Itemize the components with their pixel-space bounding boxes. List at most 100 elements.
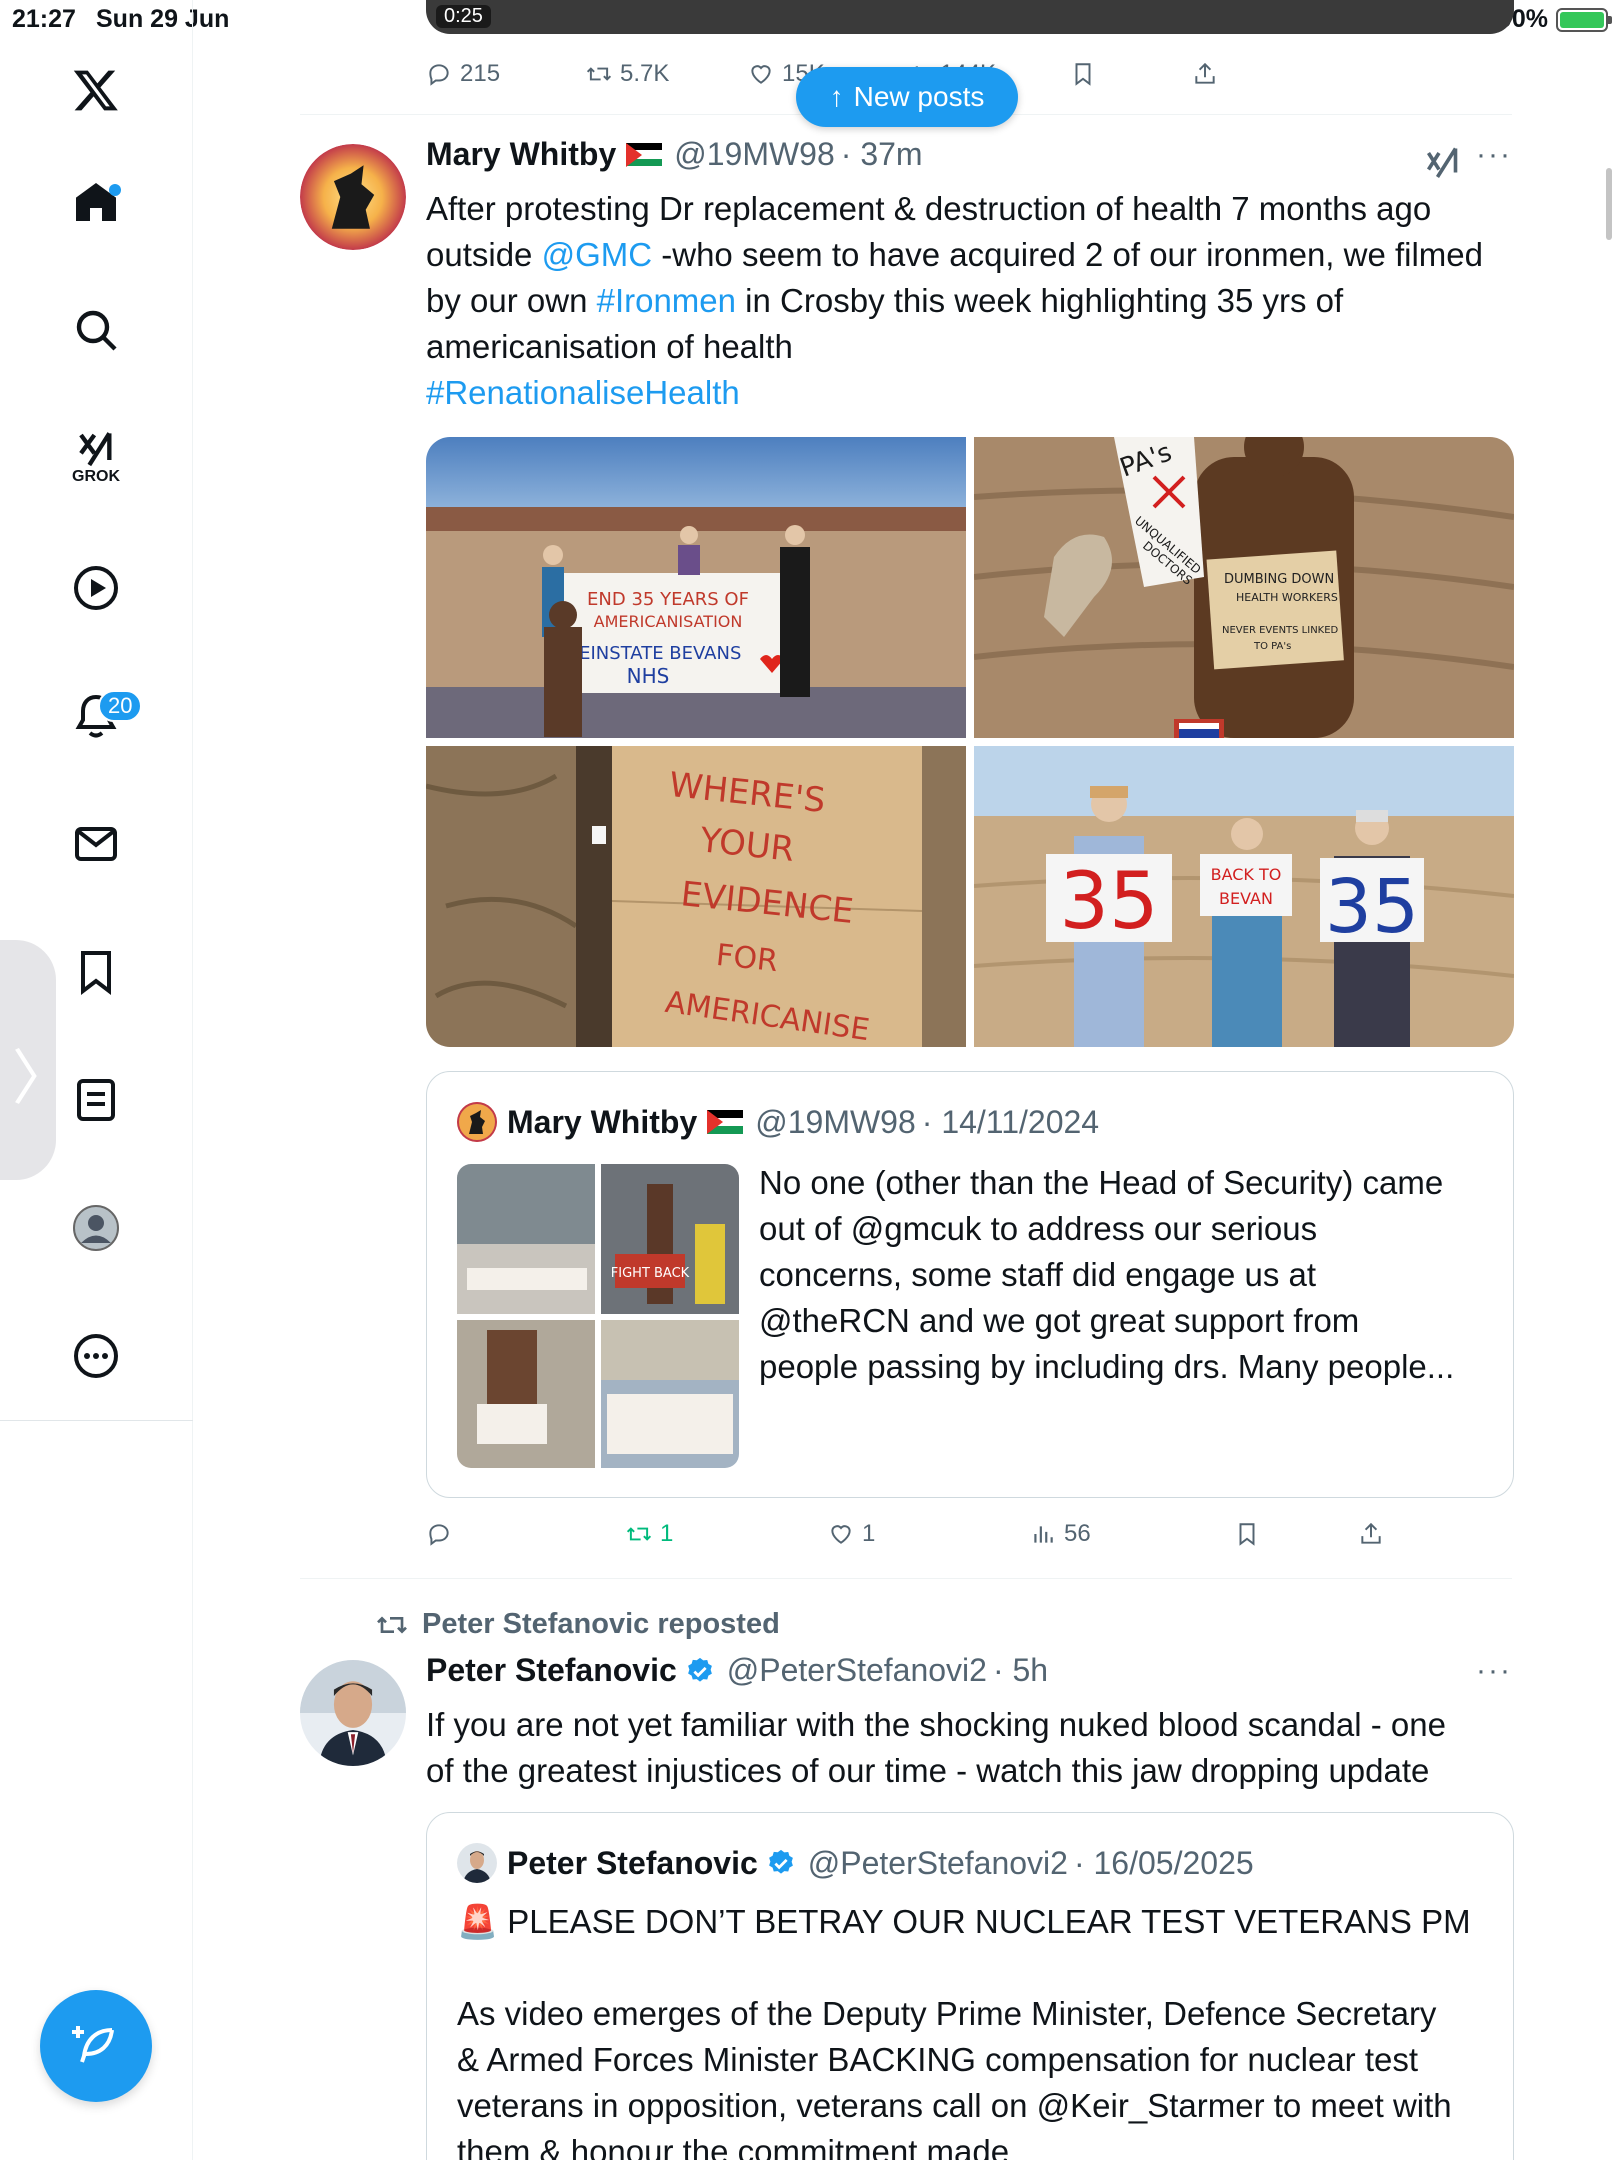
more-icon[interactable]: ··· — [1476, 138, 1512, 172]
quoted-text-line: & Armed Forces Minister BACKING compensa… — [457, 2041, 1419, 2078]
bookmark-icon — [1075, 63, 1091, 86]
chevron-right-icon: 〉 — [12, 1045, 72, 1112]
post-text-line: outside @GMC -who seem to have acquired … — [426, 232, 1516, 278]
search-icon[interactable] — [48, 282, 144, 378]
text-span: in Crosby this week highlighting 35 yrs … — [736, 282, 1344, 319]
video-icon[interactable] — [48, 540, 144, 636]
more-options-icon[interactable] — [48, 1308, 144, 1404]
messages-icon[interactable] — [48, 796, 144, 892]
sign-back-to: BACK TO — [1211, 865, 1282, 884]
repost-button[interactable]: 5.7K — [586, 60, 669, 88]
repost-count: 1 — [660, 1520, 674, 1547]
home-icon[interactable] — [48, 154, 144, 250]
notifications-icon[interactable]: 20 — [48, 668, 144, 764]
share-icon — [1195, 62, 1215, 84]
reply-button[interactable] — [426, 1521, 460, 1547]
sign-to-pas: TO PA's — [1253, 641, 1291, 652]
post-body: If you are not yet familiar with the sho… — [426, 1702, 1516, 1794]
quoted-text-line: out of @gmcuk to address our serious — [759, 1210, 1318, 1247]
quoted-text-line: As video emerges of the Deputy Prime Min… — [457, 1995, 1437, 2032]
text-span: by our own — [426, 282, 597, 319]
reply-icon — [429, 1524, 449, 1546]
quoted-author-avatar — [457, 1843, 497, 1883]
repost-count: 5.7K — [620, 60, 670, 87]
new-posts-button[interactable]: ↑ New posts — [796, 67, 1018, 127]
more-icon[interactable]: ··· — [1476, 1654, 1512, 1688]
post-text-line: americanisation of health — [426, 328, 793, 365]
post-text-line: of the greatest injustices of our time -… — [426, 1752, 1430, 1789]
quoted-text-line: No one (other than the Head of Security)… — [759, 1164, 1444, 1201]
quoted-author-handle: @19MW98 — [755, 1103, 916, 1140]
share-button[interactable] — [1358, 1521, 1384, 1547]
quoted-sign-fight-back: FIGHT BACK — [611, 1266, 690, 1281]
side-panel-handle[interactable]: 〉 — [0, 940, 72, 1180]
grok-icon[interactable] — [1424, 144, 1460, 180]
repost-icon — [586, 67, 612, 81]
quoted-post-time: · 16/05/2025 — [1073, 1844, 1254, 1881]
bookmark-icon — [1239, 1523, 1255, 1546]
scrollbar-thumb[interactable] — [1606, 168, 1612, 240]
reply-icon — [429, 64, 449, 86]
heart-icon — [751, 65, 771, 84]
grok-icon[interactable]: GROK — [48, 410, 144, 506]
views-icon — [1034, 1526, 1053, 1543]
post-image-4[interactable]: 35 BACK TO BEVAN 35 — [974, 746, 1514, 1047]
reply-button[interactable]: 215 — [426, 60, 500, 88]
repost-indicator[interactable]: Peter Stefanovic reposted — [376, 1608, 780, 1641]
profile-avatar[interactable] — [48, 1180, 144, 1276]
like-button[interactable]: 1 — [828, 1520, 875, 1548]
new-posts-label: New posts — [853, 81, 985, 112]
timeline: 0:25 215 5.7K 15K 144K ↑ New posts — [300, 0, 1612, 2160]
hashtag-link[interactable]: #Ironmen — [597, 282, 736, 319]
hashtag-link[interactable]: #RenationaliseHealth — [426, 370, 1516, 416]
quoted-post-text: No one (other than the Head of Security)… — [759, 1160, 1499, 1390]
quoted-author-name: Peter Stefanovic — [507, 1844, 758, 1881]
post-image-1[interactable]: END 35 YEARS OF AMERICANISATION REINSTAT… — [426, 437, 966, 738]
post-header: Mary Whitby @19MW98 · 37m — [426, 136, 923, 173]
bookmark-button[interactable] — [1234, 1521, 1260, 1547]
post-time[interactable]: · 37m — [841, 136, 923, 173]
banner-line-4: NHS — [627, 664, 670, 688]
mention-link[interactable]: @GMC — [542, 236, 653, 273]
post-text-line: After protesting Dr replacement & destru… — [426, 190, 1432, 227]
post-image-3[interactable]: WHERE'S YOUR EVIDENCE FOR AMERICANISE — [426, 746, 966, 1047]
video-duration: 0:25 — [436, 5, 491, 28]
compose-button[interactable] — [40, 1990, 152, 2102]
author-handle[interactable]: @PeterStefanovi2 — [727, 1652, 987, 1689]
author-handle[interactable]: @19MW98 — [674, 136, 835, 173]
quoted-text-line: them & honour the commitment made — [457, 2133, 1010, 2160]
quoted-text-line: veterans in opposition, veterans call on… — [457, 2087, 1452, 2124]
quoted-media-grid: FIGHT BACK — [457, 1164, 739, 1468]
quoted-text-line: people passing by including drs. Many pe… — [759, 1348, 1455, 1385]
author-name[interactable]: Mary Whitby — [426, 136, 616, 173]
x-logo-icon[interactable] — [48, 42, 144, 138]
notifications-badge: 20 — [98, 690, 143, 722]
quoted-post[interactable]: Peter Stefanovic @PeterStefanovi2 · 16/0… — [426, 1812, 1514, 2160]
palestine-flag-icon — [626, 142, 663, 167]
post-actions: 1 1 56 — [426, 1514, 1514, 1554]
quoted-text-line: concerns, some staff did engage us at — [759, 1256, 1317, 1293]
quoted-author-name: Mary Whitby — [507, 1103, 698, 1140]
arrow-up-icon: ↑ — [829, 81, 844, 112]
author-avatar[interactable] — [300, 1660, 406, 1766]
sign-health-workers: HEALTH WORKERS — [1236, 591, 1338, 604]
views-button[interactable]: 56 — [1030, 1520, 1091, 1548]
repost-button[interactable]: 1 — [626, 1520, 673, 1548]
share-icon — [1361, 1522, 1381, 1544]
post-text-line: by our own #Ironmen in Crosby this week … — [426, 278, 1516, 324]
share-button[interactable] — [1192, 61, 1218, 87]
post-header: Peter Stefanovic @PeterStefanovi2 · 5h — [426, 1652, 1048, 1689]
author-avatar[interactable] — [300, 144, 406, 250]
author-name[interactable]: Peter Stefanovic — [426, 1652, 677, 1689]
quoted-post[interactable]: Mary Whitby @19MW98 · 14/11/2024 FIGHT B… — [426, 1071, 1514, 1498]
post-time[interactable]: · 5h — [993, 1652, 1048, 1689]
quoted-post-time: · 14/11/2024 — [921, 1103, 1100, 1140]
post-image-2[interactable]: PA's UNQUALIFIED DOCTORS DUMBING DOWN HE… — [974, 437, 1514, 738]
reply-count: 215 — [460, 60, 501, 87]
banner-line-1: END 35 YEARS OF — [587, 589, 749, 610]
sign-never-events: NEVER EVENTS LINKED — [1222, 625, 1339, 636]
quoted-author-avatar — [457, 1102, 497, 1142]
bookmark-button[interactable] — [1070, 61, 1096, 87]
previous-post-media[interactable]: 0:25 — [426, 0, 1514, 34]
bookmarks-icon[interactable] — [48, 924, 144, 1020]
